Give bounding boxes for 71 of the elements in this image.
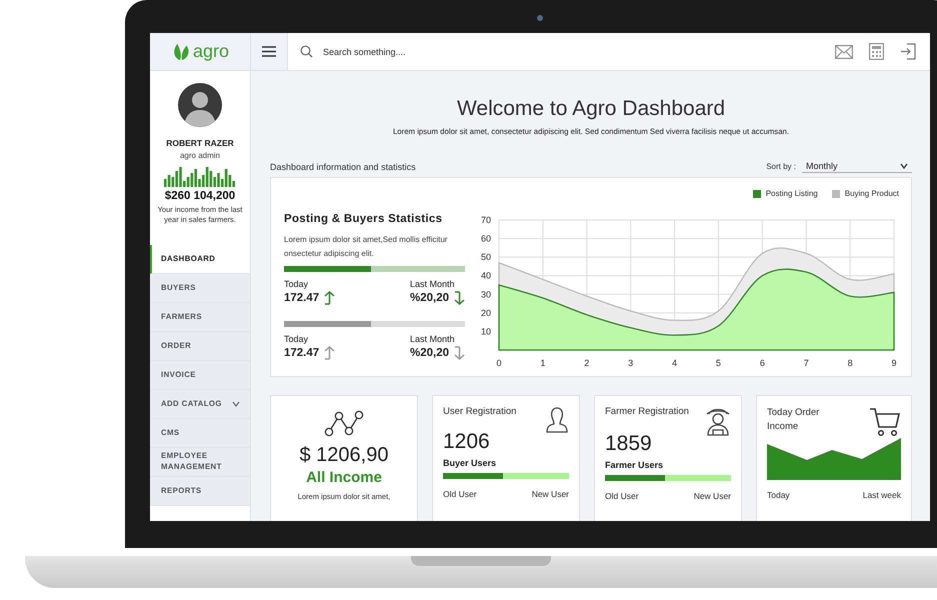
card-title: User Registration [443,406,516,418]
chevron-icon [900,163,908,169]
legend-label: Buying Product [844,189,899,198]
x-tick-label: 9 [892,358,896,368]
menu-button[interactable] [251,33,288,70]
x-tick-label: 7 [804,358,809,368]
menu-icon [262,46,276,57]
y-tick-label: 70 [480,215,491,225]
column-label: Old User [605,491,639,502]
registration-count: 1206 [443,430,491,454]
sign-in-icon[interactable] [900,43,916,60]
stat-value: 172.47 [284,347,320,360]
sort-dropdown[interactable]: Monthly [802,160,912,173]
section-label: Dashboard information and statistics [270,162,417,172]
stat-label: Today [284,279,310,290]
x-tick-label: 1 [540,358,546,368]
income-label: All Income [306,469,382,486]
card-title: Farmer Registration [605,406,689,418]
stat-value: %20,20 [410,292,449,304]
y-tick-label: 30 [480,289,491,300]
stat-label: Today [284,334,310,344]
stat-label: Last Month [410,279,456,290]
column-label: Old User [443,489,477,500]
column-label: Today [767,490,790,500]
x-tick-label: 6 [760,358,765,368]
column-label: New User [532,489,569,500]
y-tick-label: 10 [480,326,491,336]
legend-label: Posting Listing [766,189,818,198]
y-tick-label: 60 [480,234,491,244]
income-value: $ 1206,90 [300,444,388,468]
y-tick-label: 40 [480,270,491,281]
x-tick-label: 3 [628,358,634,368]
x-tick-label: 4 [672,358,678,368]
cart-icon [869,406,901,438]
down-arrow-icon [454,346,465,360]
statistics-title: Posting & Buyers Statistics [284,213,444,225]
stat-value: 172.47 [284,292,320,304]
income-amount: $260 104,200 [164,190,236,202]
users-label: Farmer Users [605,460,664,470]
logo-text: agro [192,41,230,62]
person-icon [545,406,569,434]
line-graph-icon [324,410,364,438]
search-field[interactable]: Search something.... [321,46,525,58]
income-bars-drawing [164,167,236,187]
avatar-icon [178,83,222,127]
user-name: ROBERT RAZER [166,138,234,148]
page-title: Welcome to Agro Dashboard [456,97,726,121]
down-arrow-icon [454,291,465,306]
user-role: agro admin [180,151,220,160]
sort-label: Sort by : [766,162,796,171]
column-label: Last week [862,490,901,500]
grid-icon[interactable] [869,43,884,60]
farmer-icon [705,406,731,436]
x-tick-label: 2 [584,358,590,368]
y-tick-label: 20 [480,308,491,318]
card-title: Today Order Income [767,406,820,434]
column-label: New User [694,491,731,502]
statistics-text: Lorem ipsum dolor sit amet,Sed mollis efficitur onsectetur adipiscing elit. [284,234,448,260]
camera-icon [537,15,543,21]
stat-label: Last Month [410,334,456,344]
search-icon [300,45,313,58]
up-arrow-icon [324,291,336,306]
stat-value: %20,20 [410,347,449,360]
up-arrow-icon [324,346,336,360]
x-tick-label: 8 [848,358,853,368]
x-tick-label: 5 [716,358,721,368]
mail-icon[interactable] [835,44,853,58]
y-tick-label: 50 [480,252,491,262]
users-label: Buyer Users [443,458,498,468]
registration-count: 1859 [605,432,653,456]
x-tick-label: 0 [496,358,502,368]
